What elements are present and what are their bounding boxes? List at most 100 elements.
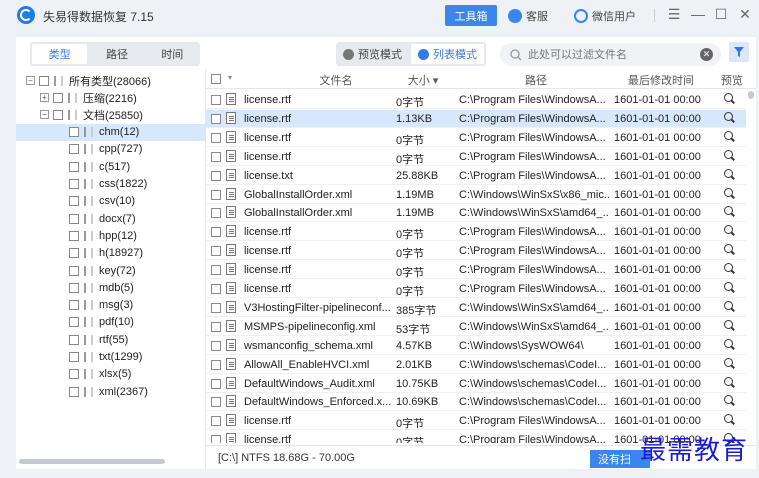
preview-icon[interactable] [724,111,735,123]
tab-type[interactable]: 类型 [32,44,88,64]
list-mode-button[interactable]: 列表模式 [411,44,484,64]
tree-node[interactable]: h(18927) [16,245,206,262]
table-row[interactable]: license.rtf 0字节 C:\Program Files\WindowsA.… [206,261,746,280]
preview-icon[interactable] [724,206,735,217]
checkbox[interactable] [69,369,79,380]
row-checkbox[interactable] [211,265,221,276]
filter-icon[interactable] [729,42,749,62]
menu-icon[interactable]: ☰ [666,6,682,23]
table-row[interactable]: license.txt 25.88KB C:\Program Files\Windo… [206,167,746,185]
row-checkbox[interactable] [211,208,221,219]
tree-node[interactable]: docx(7) [16,210,206,227]
preview-icon[interactable] [724,319,735,331]
preview-icon[interactable] [724,130,735,142]
checkbox[interactable] [69,317,79,328]
preview-icon[interactable] [724,244,735,255]
checkbox[interactable] [69,213,79,224]
tree-node[interactable]: c(517) [16,158,206,175]
tab-path[interactable]: 路径 [89,42,144,66]
checkbox[interactable] [69,265,79,276]
tree-node[interactable]: hpp(12) [16,227,206,244]
row-checkbox[interactable] [211,340,221,351]
checkbox[interactable] [69,386,79,397]
table-row[interactable]: GlobalInstallOrder.xml 1.19MB C:\Windows\W… [206,204,746,223]
vertical-scrollbar[interactable] [748,91,754,99]
checkbox[interactable] [69,179,79,189]
header-path[interactable]: 路径 [461,72,611,88]
row-checkbox[interactable] [211,189,221,200]
tree-node[interactable]: css(1822) [16,176,206,193]
row-checkbox[interactable] [211,95,221,105]
checkbox[interactable] [69,161,79,172]
checkbox[interactable] [69,230,79,241]
maximize-icon[interactable]: ☐ [713,6,729,23]
expand-icon[interactable]: + [40,93,49,102]
tree-node[interactable]: msg(3) [16,297,206,314]
table-row[interactable]: license.rtf 0字节 C:\Program Files\WindowsA.… [206,148,746,166]
select-all-checkbox[interactable] [211,74,221,84]
tree-node[interactable]: txt(1299) [16,349,206,366]
table-row[interactable]: license.rtf 0字节 C:\Program Files\WindowsA.… [206,91,746,109]
preview-icon[interactable] [724,149,735,161]
checkbox[interactable] [69,144,79,155]
row-checkbox[interactable] [211,416,221,427]
preview-icon[interactable] [724,187,735,199]
checkbox[interactable] [69,248,79,259]
preview-icon[interactable] [724,300,735,312]
checkbox[interactable] [39,75,49,86]
row-checkbox[interactable] [211,359,221,370]
preview-icon[interactable] [724,414,735,425]
tree-node[interactable]: − 文档(25850) [40,106,143,123]
table-row[interactable]: license.rtf 0字节 C:\Program Files\WindowsA.… [206,129,746,147]
tree-node[interactable]: key(72) [16,262,206,279]
tree-node[interactable]: chm(12) [16,123,206,141]
checkbox[interactable] [69,334,79,345]
checkbox[interactable] [69,127,79,138]
preview-icon[interactable] [724,357,735,369]
search-input[interactable] [528,48,698,61]
row-checkbox[interactable] [211,397,221,408]
table-row[interactable]: MSMPS-pipelineconfig.xml 53字节 C:\Windows\W… [206,318,746,336]
tab-time[interactable]: 时间 [145,42,200,66]
checkbox[interactable] [53,109,63,120]
tree-node[interactable]: csv(10) [16,193,206,210]
preview-icon[interactable] [724,376,735,388]
preview-icon[interactable] [724,225,735,236]
tree-node[interactable]: pdf(10) [16,314,206,331]
row-checkbox[interactable] [211,435,221,443]
row-checkbox[interactable] [211,302,221,313]
table-row[interactable]: wsmanconfig_schema.xml 4.57KB C:\Windows\S… [206,337,746,355]
header-name[interactable]: 文件名 [286,72,386,88]
checkbox[interactable] [69,352,79,362]
preview-icon[interactable] [724,168,735,180]
collapse-icon[interactable]: − [26,76,35,85]
header-modified[interactable]: 最后修改时间 [611,72,711,88]
minimize-icon[interactable]: — [690,6,706,22]
tree-node[interactable]: + 压缩(2216) [40,89,137,106]
table-row[interactable]: license.rtf 0字节 C:\Program Files\WindowsA.… [206,412,746,431]
tree-root[interactable]: − 所有类型(28066) [26,72,151,89]
table-row[interactable]: license.rtf 0字节 C:\Program Files\WindowsA.… [206,280,746,298]
preview-icon[interactable] [724,93,735,104]
table-row[interactable]: AllowAll_EnableHVCI.xml 2.01KB C:\Windows\… [206,356,746,374]
tree-node[interactable]: cpp(727) [16,141,206,158]
checkbox[interactable] [69,300,79,311]
tools-button[interactable]: 工具箱 [445,5,497,26]
row-checkbox[interactable] [211,284,221,294]
table-row[interactable]: DefaultWindows_Audit.xml 10.75KB C:\Window… [206,375,746,393]
tree-node[interactable]: mdb(5) [16,279,206,296]
wechat-user-button[interactable]: 微信用户 [574,5,636,26]
close-icon[interactable]: ✕ [737,6,753,23]
table-row[interactable]: license.rtf 0字节 C:\Program Files\WindowsA.… [206,242,746,261]
clear-search-icon[interactable]: ✕ [700,48,713,61]
tree-node[interactable]: xlsx(5) [16,366,206,383]
row-checkbox[interactable] [211,378,221,389]
chevron-down-icon[interactable]: ▾ [228,73,232,82]
row-checkbox[interactable] [211,227,221,238]
row-checkbox[interactable] [211,132,221,143]
table-row[interactable]: license.rtf 1.13KB C:\Program Files\Window… [206,109,746,128]
table-row[interactable]: license.rtf 0字节 C:\Program Files\WindowsA.… [206,223,746,242]
collapse-icon[interactable]: − [40,110,49,120]
preview-icon[interactable] [724,338,735,350]
row-checkbox[interactable] [211,170,221,181]
